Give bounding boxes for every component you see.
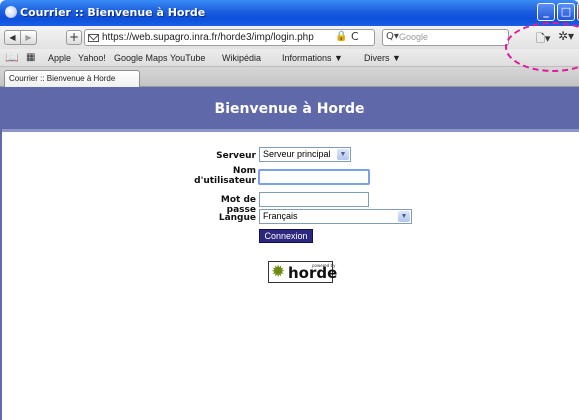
url-text[interactable]: https://web.supagro.inra.fr/horde3/imp/l… (102, 32, 314, 43)
bookmark-informations-folder[interactable]: Informations ▼ (282, 53, 343, 63)
bookmarks-bar: 📖 ▦ Apple Yahoo! Google Maps YouTube Wik… (0, 49, 579, 67)
password-label: Mot de passe (220, 195, 256, 215)
grid-icon[interactable]: ▦ (26, 52, 35, 63)
bookmark-wikipedia[interactable]: Wikipédia (222, 53, 261, 63)
page-left-border (0, 87, 2, 420)
chevron-down-icon[interactable]: ▼ (398, 211, 410, 222)
mail-icon (88, 34, 99, 42)
username-input[interactable] (258, 169, 370, 185)
server-select[interactable]: Serveur principal ▼ (259, 147, 351, 162)
lock-icon: 🔒 (335, 31, 348, 42)
bookmark-google-maps[interactable]: Google Maps (114, 53, 168, 63)
back-button[interactable]: ◀ (4, 30, 21, 45)
browser-app-icon (5, 6, 17, 18)
server-label: Serveur (216, 151, 256, 161)
reader-icon[interactable]: 📖 (5, 51, 19, 64)
maximize-button[interactable]: □ (557, 3, 575, 21)
search-icon[interactable]: Q▾ (386, 31, 399, 42)
page-title: Bienvenue à Horde (214, 101, 365, 117)
add-bookmark-button[interactable]: + (66, 30, 82, 45)
navigation-toolbar: ◀ ▶ + https://web.supagro.inra.fr/horde3… (0, 26, 579, 49)
chevron-down-icon[interactable]: ▼ (337, 149, 349, 160)
horde-logo[interactable]: ✹ powered by horde (268, 261, 337, 283)
window-titlebar: Courrier :: Bienvenue à Horde _ □ X (0, 0, 579, 26)
search-bar[interactable]: Q▾ Google (382, 29, 509, 46)
language-select-value: Français (263, 211, 298, 221)
bookmark-yahoo[interactable]: Yahoo! (78, 53, 106, 63)
bookmark-youtube[interactable]: YouTube (170, 53, 205, 63)
page-header: Bienvenue à Horde (0, 87, 579, 132)
bookmark-apple[interactable]: Apple (48, 53, 71, 63)
reload-icon[interactable]: C (351, 30, 359, 43)
minimize-button[interactable]: _ (537, 3, 555, 21)
tab-courrier[interactable]: Courrier :: Bienvenue à Horde (4, 70, 140, 87)
username-label-line1: Nom (232, 166, 256, 176)
forward-button[interactable]: ▶ (20, 30, 37, 45)
language-select[interactable]: Français ▼ (259, 209, 412, 224)
tab-bar: Courrier :: Bienvenue à Horde (0, 67, 579, 87)
horde-brand-text: horde (288, 264, 338, 282)
window-title: Courrier :: Bienvenue à Horde (20, 6, 206, 19)
server-select-value: Serveur principal (263, 149, 331, 159)
username-label: Nom d'utilisateur (190, 166, 256, 186)
password-input[interactable] (259, 192, 369, 207)
username-label-line2: d'utilisateur (194, 176, 256, 186)
language-label: Langue (218, 213, 256, 223)
login-button[interactable]: Connexion (259, 229, 313, 243)
bookmark-divers-folder[interactable]: Divers ▼ (364, 53, 401, 63)
horde-gear-icon: ✹ (271, 262, 286, 282)
address-bar[interactable]: https://web.supagro.inra.fr/horde3/imp/l… (84, 29, 375, 46)
search-input[interactable]: Google (399, 32, 428, 42)
